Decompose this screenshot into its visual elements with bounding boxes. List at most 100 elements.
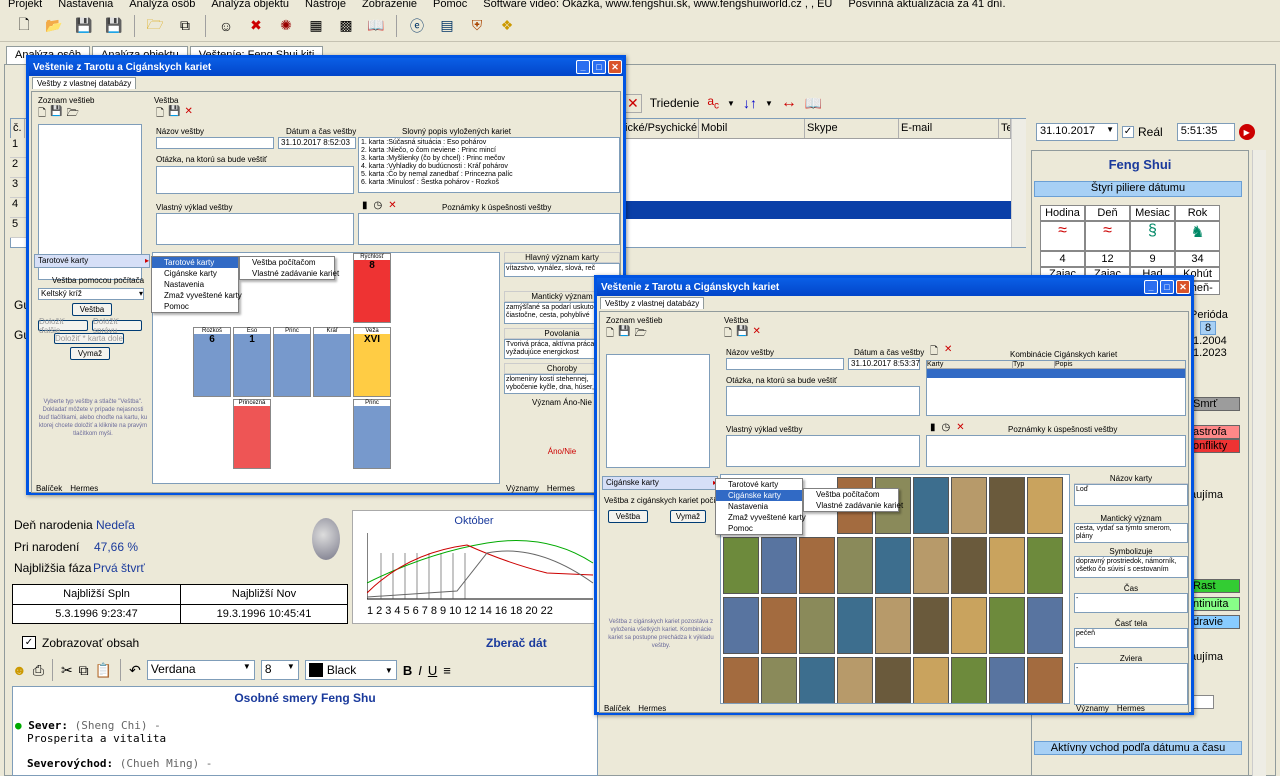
- show-content-checkbox[interactable]: ✓: [22, 636, 36, 649]
- dropdown-icon[interactable]: ▼: [765, 99, 773, 108]
- gypsy-card[interactable]: [875, 597, 911, 654]
- gypsy-card[interactable]: [723, 597, 759, 654]
- cancel-icon[interactable]: ✕: [624, 93, 642, 113]
- new-file-icon[interactable]: 🗋: [12, 14, 36, 38]
- book-icon[interactable]: 📖: [805, 95, 822, 112]
- tarot-card[interactable]: Veža XVI: [353, 327, 391, 397]
- gypsy-card[interactable]: [951, 537, 987, 594]
- win1-deck-select[interactable]: Tarotové karty ▸: [34, 254, 150, 268]
- save-icon[interactable]: 💾: [736, 326, 748, 343]
- menu-item[interactable]: Nastavenia: [58, 0, 113, 10]
- undo-icon[interactable]: ↶: [129, 662, 141, 679]
- minimize-icon[interactable]: _: [1144, 280, 1158, 294]
- gypsy-card[interactable]: [1027, 657, 1063, 703]
- new-icon[interactable]: 🗋: [156, 106, 164, 123]
- right-scrollbar[interactable]: [1252, 150, 1266, 776]
- delete-icon[interactable]: ✕: [753, 326, 761, 343]
- win2-delete-button[interactable]: Vymaž: [670, 510, 706, 523]
- win1-own-input[interactable]: [156, 213, 354, 245]
- bookmark-icon[interactable]: ▮: [362, 200, 368, 211]
- tab-hermes-right[interactable]: Hermes: [547, 484, 575, 493]
- spell-icon[interactable]: ac: [707, 94, 719, 111]
- menu-item[interactable]: Projekt: [8, 0, 42, 10]
- menu-item[interactable]: Zmaž vyveštené karty: [716, 512, 806, 523]
- size-select[interactable]: 8 ▼: [260, 660, 299, 680]
- gypsy-card[interactable]: [723, 657, 759, 703]
- real-checkbox[interactable]: ✓: [1122, 126, 1134, 138]
- win1-add3-button[interactable]: Doložiť * karta dole: [54, 333, 124, 344]
- delete-icon[interactable]: ✕: [956, 422, 964, 433]
- win2-question-input[interactable]: [726, 386, 920, 416]
- underline-icon[interactable]: U: [428, 663, 437, 678]
- grid-icon[interactable]: ▦: [304, 14, 328, 38]
- browser-icon[interactable]: ⓔ: [405, 14, 429, 38]
- clock-icon[interactable]: ◷: [374, 200, 383, 211]
- tarot-card[interactable]: Rozkoš 6: [193, 327, 231, 397]
- gypsy-card[interactable]: [761, 537, 797, 594]
- tarot-card[interactable]: Princezná: [233, 399, 271, 469]
- menu-item[interactable]: Pomoc: [716, 523, 802, 534]
- save-icon[interactable]: 💾: [72, 14, 96, 38]
- gypsy-card[interactable]: [913, 477, 949, 534]
- gypsy-card[interactable]: [951, 657, 987, 703]
- time-field[interactable]: 5:51:35: [1176, 123, 1235, 141]
- tab-balicek[interactable]: Balíček: [604, 704, 630, 713]
- gypsy-card[interactable]: [989, 657, 1025, 703]
- win2-tab[interactable]: Veštby z vlastnej databázy: [600, 297, 705, 309]
- win2-combo-table[interactable]: Karty Typ Popis: [926, 360, 1186, 416]
- win2-deck-select[interactable]: Cigánske karty▸: [602, 476, 718, 490]
- win1-layout-select[interactable]: Keltský kríž ▾: [38, 288, 144, 300]
- save-icon[interactable]: 💾: [168, 106, 180, 123]
- tab-balicek[interactable]: Balíček: [36, 484, 62, 493]
- gypsy-card[interactable]: [1027, 537, 1063, 594]
- win1-date-input[interactable]: 31.10.2017 8:52:03: [278, 137, 356, 149]
- delete-icon[interactable]: ✕: [185, 106, 193, 123]
- win2-notes-input[interactable]: [926, 435, 1186, 467]
- menu-item[interactable]: Nastavenia: [716, 501, 802, 512]
- win1-add2-button[interactable]: Doložiť správu: [92, 317, 142, 335]
- tarot-card[interactable]: Rýchlosť 8: [353, 253, 391, 323]
- win2-own-input[interactable]: [726, 435, 920, 467]
- menu-item[interactable]: Veštba počítačom: [804, 489, 898, 500]
- tarot-card[interactable]: Princ: [353, 399, 391, 469]
- swap-icon[interactable]: ↔: [781, 94, 797, 112]
- menu-item[interactable]: Posvinná aktualizácia za 41 dní.: [848, 0, 1005, 10]
- gypsy-card[interactable]: [723, 537, 759, 594]
- gypsy-card[interactable]: [989, 537, 1025, 594]
- open-folder-icon[interactable]: 📂: [42, 14, 66, 38]
- new-icon[interactable]: 🗋: [38, 106, 46, 123]
- tab-hermes[interactable]: Hermes: [638, 704, 666, 713]
- person-icon[interactable]: ☺: [214, 14, 238, 38]
- folder-open-icon[interactable]: 🗁: [143, 14, 167, 38]
- play-icon[interactable]: ▶: [1238, 124, 1255, 140]
- tab-vyznamy[interactable]: Významy: [1076, 704, 1109, 713]
- menu-item[interactable]: Veštba počítačom: [240, 257, 334, 268]
- font-select[interactable]: Verdana ▼: [146, 660, 255, 680]
- win1-name-input[interactable]: [156, 137, 274, 149]
- gypsy-card[interactable]: [913, 537, 949, 594]
- date-picker[interactable]: 31.10.2017 ▼: [1036, 123, 1118, 141]
- gypsy-card[interactable]: [1027, 597, 1063, 654]
- paste-icon[interactable]: 📋: [95, 662, 112, 679]
- menu-item[interactable]: Vlastné zadávanie kariet: [804, 500, 903, 511]
- print-icon[interactable]: ⎙: [33, 662, 44, 679]
- document-icon[interactable]: ▤: [435, 14, 459, 38]
- copy-icon[interactable]: ⧉: [79, 662, 89, 679]
- win2-list[interactable]: [606, 354, 710, 468]
- new-icon[interactable]: 🗋: [724, 326, 732, 343]
- win1-question-input[interactable]: [156, 166, 354, 194]
- bookmark-icon[interactable]: ▮: [930, 422, 936, 433]
- save-green-icon[interactable]: 💾: [102, 14, 126, 38]
- menu-item[interactable]: Zmaž vyveštené karty: [152, 290, 242, 301]
- gypsy-card[interactable]: [837, 597, 873, 654]
- cut-icon[interactable]: ✂: [61, 662, 73, 679]
- gypsy-card[interactable]: [875, 657, 911, 703]
- minimize-icon[interactable]: _: [576, 60, 590, 74]
- gypsy-card[interactable]: [875, 537, 911, 594]
- italic-icon[interactable]: I: [418, 663, 422, 678]
- maximize-icon[interactable]: □: [592, 60, 606, 74]
- gypsy-card[interactable]: [913, 597, 949, 654]
- menu-item[interactable]: Nastavenia: [152, 279, 238, 290]
- win1-desc-box[interactable]: 1. karta :Súčasná situácia : Eso pohárov…: [358, 137, 620, 193]
- new-icon[interactable]: 🗋: [930, 344, 938, 361]
